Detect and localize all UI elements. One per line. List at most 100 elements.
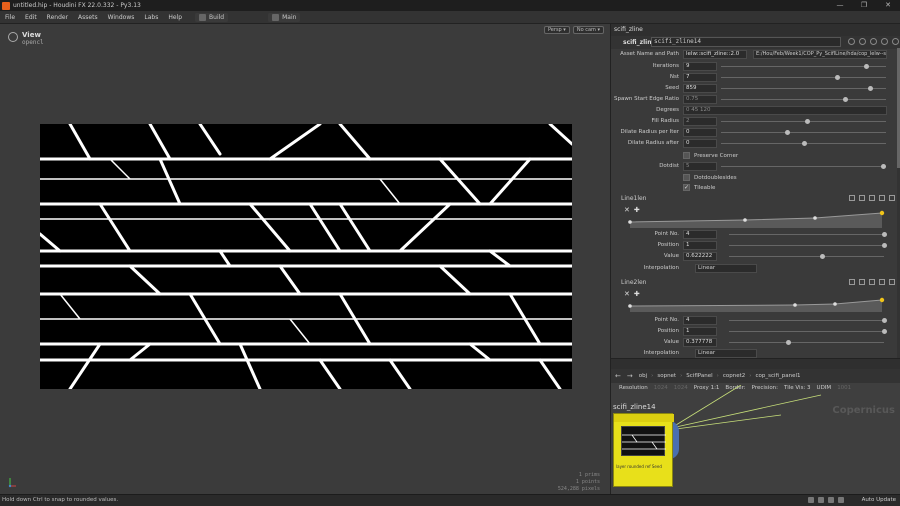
param-value-field[interactable]: 0 bbox=[683, 139, 717, 148]
help-icon[interactable] bbox=[859, 38, 866, 45]
search-icon[interactable] bbox=[870, 38, 877, 45]
slider-knob[interactable] bbox=[882, 243, 887, 248]
slider-knob[interactable] bbox=[882, 329, 887, 334]
resolution-x-field[interactable]: 1024 bbox=[654, 385, 668, 391]
ramp2-position-field[interactable]: 1 bbox=[683, 327, 717, 336]
menu-labs[interactable]: Labs bbox=[139, 14, 163, 21]
menu-windows[interactable]: Windows bbox=[103, 14, 140, 21]
ramp1-value-field[interactable]: 0.622222 bbox=[683, 252, 717, 261]
asset-name-field[interactable]: lelw::scifi_zline::2.0 bbox=[683, 50, 747, 59]
tileable-row[interactable]: ✓ Tileable bbox=[683, 183, 715, 192]
ramp1-point-field[interactable]: 4 bbox=[683, 230, 717, 239]
minimize-button[interactable]: — bbox=[828, 0, 852, 11]
preserve-corner-checkbox[interactable] bbox=[683, 152, 690, 159]
dotdoublesides-row[interactable]: Dotdoublesides bbox=[683, 173, 737, 182]
param-value-field[interactable]: 7 bbox=[683, 73, 717, 82]
pane-layout-selector[interactable]: Main bbox=[268, 12, 301, 22]
slider-knob[interactable] bbox=[785, 130, 790, 135]
ramp-edit-icon[interactable] bbox=[849, 279, 855, 285]
ramp1-position-slider[interactable] bbox=[729, 243, 887, 248]
preserve-corner-row[interactable]: Preserve Corner bbox=[683, 151, 738, 160]
ramp-move-icon[interactable] bbox=[859, 279, 865, 285]
ramp2-value-field[interactable]: 0.377778 bbox=[683, 338, 717, 347]
question-icon[interactable] bbox=[892, 38, 899, 45]
ramp-move-icon[interactable] bbox=[859, 195, 865, 201]
dotdist-field[interactable]: 5 bbox=[683, 162, 717, 171]
ramp-view-icon[interactable] bbox=[889, 195, 895, 201]
ramp2-point-field[interactable]: 4 bbox=[683, 316, 717, 325]
param-slider[interactable] bbox=[721, 64, 886, 69]
asset-path-field[interactable]: E:/Hou/Feb/Week1/COP_Py_SciflLine/hda/co… bbox=[753, 50, 887, 59]
param-vector-field[interactable]: 0 45 120 bbox=[683, 106, 887, 115]
chat-icon[interactable] bbox=[818, 497, 824, 503]
ramp-edit-icon[interactable] bbox=[849, 195, 855, 201]
node-name-field[interactable]: scifi_zline14 bbox=[651, 37, 841, 47]
maximize-button[interactable]: ❐ bbox=[852, 0, 876, 11]
dotdist-slider[interactable] bbox=[721, 164, 886, 169]
slider-knob[interactable] bbox=[880, 164, 886, 169]
close-button[interactable]: ✕ bbox=[876, 0, 900, 11]
tab-parameters[interactable]: scifi_zline bbox=[614, 26, 643, 33]
back-arrow-icon[interactable]: ← bbox=[615, 372, 621, 380]
ramp-view-icon[interactable] bbox=[889, 279, 895, 285]
crumb-obj[interactable]: obj bbox=[639, 373, 647, 379]
gear-icon[interactable] bbox=[879, 195, 885, 201]
auto-update-toggle[interactable]: Auto Update bbox=[862, 497, 896, 503]
slider-knob[interactable] bbox=[867, 86, 873, 91]
menu-edit[interactable]: Edit bbox=[20, 14, 42, 21]
persp-menu-button[interactable]: Persp ▾ bbox=[543, 26, 570, 34]
menu-assets[interactable]: Assets bbox=[73, 14, 103, 21]
menu-render[interactable]: Render bbox=[42, 14, 73, 21]
gear-icon[interactable] bbox=[879, 279, 885, 285]
image-viewer[interactable]: View opencl Persp ▾ No cam ▾ 1 prims 1 p… bbox=[0, 24, 610, 494]
slider-knob[interactable] bbox=[834, 75, 840, 80]
crumb-sopnet[interactable]: sopnet bbox=[657, 373, 676, 379]
crumb-scifipanel[interactable]: SciflPanel bbox=[686, 373, 712, 379]
menu-file[interactable]: File bbox=[0, 14, 20, 21]
param-value-field[interactable]: 0.75 bbox=[683, 95, 717, 104]
ramp2-point-slider[interactable] bbox=[729, 318, 887, 323]
ramp1-interpolation-select[interactable]: Linear bbox=[695, 264, 757, 273]
param-value-field[interactable]: 9 bbox=[683, 62, 717, 71]
ramp1-point-slider[interactable] bbox=[729, 232, 887, 237]
monitor-icon[interactable] bbox=[828, 497, 834, 503]
menu-help[interactable]: Help bbox=[163, 14, 187, 21]
slider-knob[interactable] bbox=[785, 340, 791, 345]
gear-icon[interactable] bbox=[848, 38, 855, 45]
param-slider[interactable] bbox=[721, 119, 886, 124]
tileable-checkbox[interactable]: ✓ bbox=[683, 184, 690, 191]
param-slider[interactable] bbox=[721, 141, 886, 146]
ramp-move-icon[interactable] bbox=[869, 195, 875, 201]
info-icon[interactable] bbox=[881, 38, 888, 45]
ramp1-position-field[interactable]: 1 bbox=[683, 241, 717, 250]
ramp2-position-slider[interactable] bbox=[729, 329, 887, 334]
param-value-field[interactable]: 0 bbox=[683, 128, 717, 137]
slider-knob[interactable] bbox=[804, 119, 810, 124]
ramp1-value-slider[interactable] bbox=[729, 254, 884, 259]
network-icon[interactable] bbox=[808, 497, 814, 503]
param-slider[interactable] bbox=[721, 130, 886, 135]
network-pane[interactable]: ← → obj › sopnet › SciflPanel › copnet2 … bbox=[611, 358, 900, 494]
param-slider[interactable] bbox=[721, 97, 886, 102]
slider-knob[interactable] bbox=[864, 64, 870, 69]
ramp-move-icon[interactable] bbox=[869, 279, 875, 285]
crumb-copnet2[interactable]: copnet2 bbox=[723, 373, 745, 379]
slider-knob[interactable] bbox=[842, 97, 848, 102]
camera-menu-button[interactable]: No cam ▾ bbox=[572, 26, 604, 34]
forward-arrow-icon[interactable]: → bbox=[627, 372, 633, 380]
slider-knob[interactable] bbox=[820, 254, 825, 259]
param-value-field[interactable]: 859 bbox=[683, 84, 717, 93]
line1len-ramp[interactable] bbox=[625, 208, 887, 228]
bell-icon[interactable] bbox=[838, 497, 844, 503]
slider-knob[interactable] bbox=[801, 141, 807, 146]
param-slider[interactable] bbox=[721, 86, 886, 91]
param-value-field[interactable]: 2 bbox=[683, 117, 717, 126]
dotdoublesides-checkbox[interactable] bbox=[683, 174, 690, 181]
ramp2-interpolation-select[interactable]: Linear bbox=[695, 349, 757, 358]
param-slider[interactable] bbox=[721, 75, 886, 80]
crumb-cop-scifi-panel1[interactable]: cop_scifi_panel1 bbox=[755, 373, 800, 379]
slider-knob[interactable] bbox=[882, 232, 887, 237]
slider-knob[interactable] bbox=[882, 318, 887, 323]
scifi-zline-node[interactable]: layer rounded ref Seed bbox=[613, 413, 674, 487]
line2len-ramp[interactable] bbox=[625, 292, 887, 312]
